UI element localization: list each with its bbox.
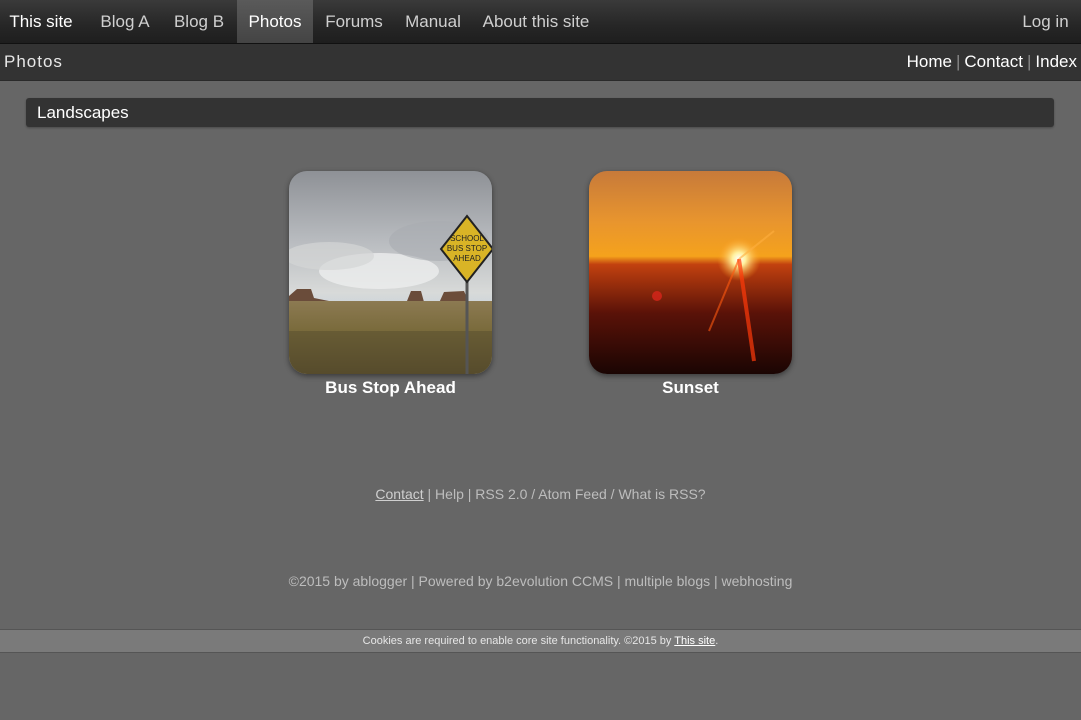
bus-stop-landscape-image: SCHOOL BUS STOP AHEAD: [289, 171, 492, 374]
sign-text: AHEAD: [453, 254, 481, 263]
nav-manual[interactable]: Manual: [394, 0, 472, 43]
footer-contact-link[interactable]: Contact: [375, 486, 423, 502]
cookie-text: Cookies are required to enable core site…: [362, 635, 675, 647]
sunset-photo-thumbnail[interactable]: [589, 171, 792, 374]
contact-link[interactable]: Contact: [964, 52, 1023, 71]
index-link[interactable]: Index: [1035, 52, 1077, 71]
top-navigation: This site Blog A Blog B Photos Forums Ma…: [0, 0, 1081, 44]
footer-links: Contact | Help | RSS 2.0 / Atom Feed / W…: [0, 486, 1081, 502]
nav-blog-b[interactable]: Blog B: [162, 0, 236, 43]
category-header: Landscapes: [26, 98, 1054, 127]
cookie-site-link[interactable]: This site: [674, 635, 715, 647]
bus-stop-photo-thumbnail[interactable]: SCHOOL BUS STOP AHEAD: [289, 171, 492, 374]
home-link[interactable]: Home: [907, 52, 952, 71]
nav-blog-a[interactable]: Blog A: [88, 0, 162, 43]
nav-forums[interactable]: Forums: [314, 0, 394, 43]
footer-links-text: | Help | RSS 2.0 / Atom Feed / What is R…: [423, 486, 706, 502]
separator: |: [1026, 52, 1032, 71]
site-link[interactable]: This site: [0, 0, 82, 43]
cookie-notice: Cookies are required to enable core site…: [0, 629, 1081, 653]
photo-caption[interactable]: Bus Stop Ahead: [289, 378, 492, 398]
login-link[interactable]: Log in: [1010, 0, 1081, 43]
sign-text: SCHOOL: [450, 234, 484, 243]
sunset-image: [589, 171, 792, 374]
photo-item: Sunset: [589, 171, 792, 398]
separator: |: [955, 52, 961, 71]
header-links: Home | Contact | Index: [907, 44, 1077, 80]
collection-header-bar: Photos Home | Contact | Index: [0, 44, 1081, 81]
photo-caption[interactable]: Sunset: [589, 378, 792, 398]
nav-about[interactable]: About this site: [474, 0, 598, 43]
category-title: Landscapes: [37, 103, 129, 122]
photo-item: SCHOOL BUS STOP AHEAD Bus Stop Ahead: [289, 171, 492, 398]
sign-text: BUS STOP: [447, 244, 487, 253]
cookie-end: .: [715, 635, 719, 647]
nav-photos[interactable]: Photos: [237, 0, 313, 43]
collection-title: Photos: [4, 52, 63, 71]
footer-credits: ©2015 by ablogger | Powered by b2evoluti…: [288, 573, 793, 589]
